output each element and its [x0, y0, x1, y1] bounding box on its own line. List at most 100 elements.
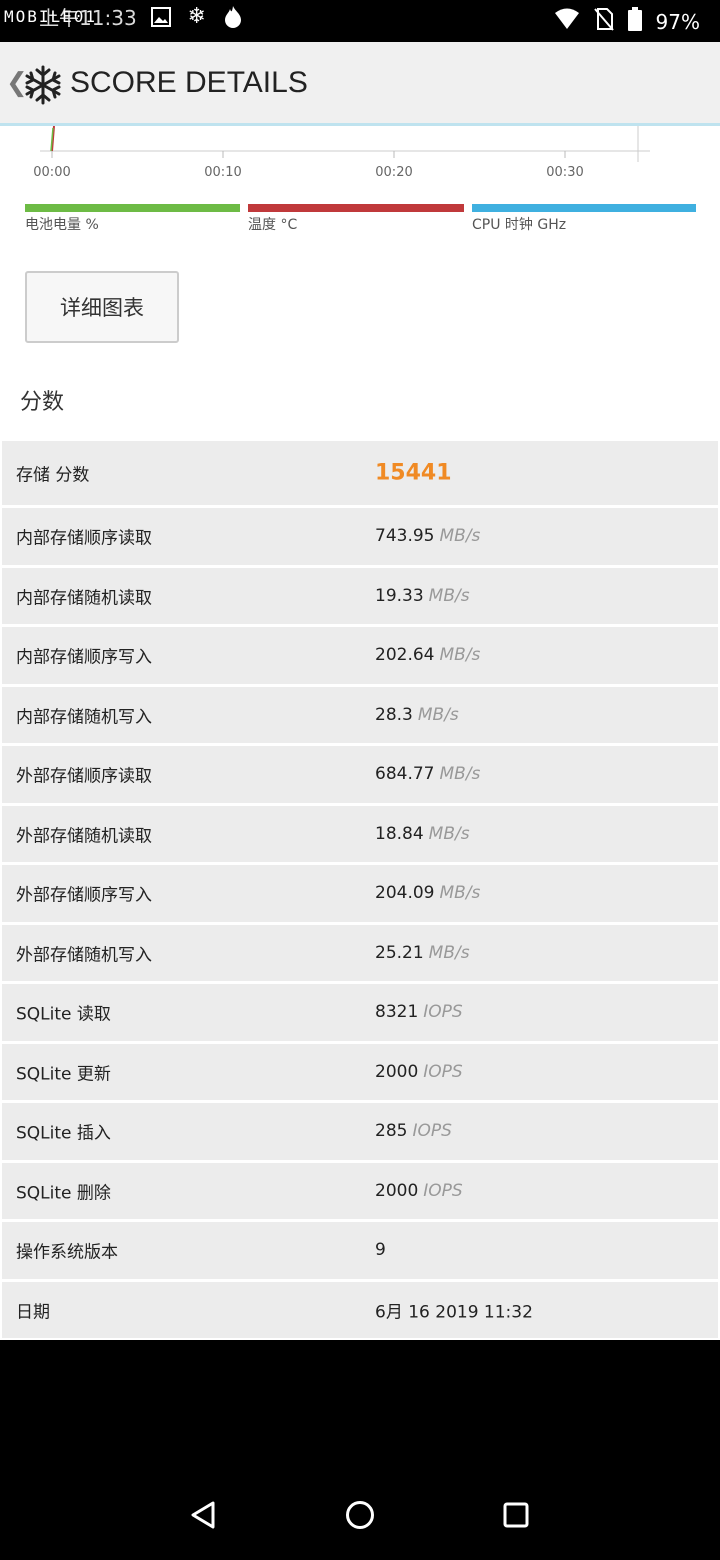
score-row: 外部存储顺序写入 204.09 MB/s [2, 862, 718, 922]
score-label: 内部存储顺序写入 [16, 647, 152, 668]
score-row: 外部存储随机读取 18.84 MB/s [2, 802, 718, 862]
score-value: 204.09 MB/s [375, 883, 480, 903]
score-label: 内部存储随机写入 [16, 707, 152, 728]
legend-swatch [248, 204, 464, 212]
score-value: 15441 [375, 461, 452, 486]
x-tick-label: 00:10 [204, 165, 241, 180]
score-value: 743.95 MB/s [375, 526, 480, 546]
score-number: 2000 [375, 1180, 419, 1201]
score-row: SQLite 插入 285 IOPS [2, 1100, 718, 1160]
score-value: 25.21 MB/s [375, 943, 470, 963]
nav-home-icon[interactable] [343, 1498, 377, 1532]
score-value: 18.84 MB/s [375, 824, 470, 844]
score-unit: IOPS [423, 1002, 463, 1023]
x-tick-label: 00:30 [546, 165, 583, 180]
legend-label: 电池电量 % [25, 217, 99, 233]
nav-recents-icon[interactable] [499, 1498, 533, 1532]
score-row: 内部存储顺序写入 202.64 MB/s [2, 624, 718, 684]
app-bar: ❮ SCORE DETAILS [0, 42, 720, 126]
score-row: SQLite 删除 2000 IOPS [2, 1159, 718, 1219]
score-row: 内部存储随机写入 28.3 MB/s [2, 683, 718, 743]
status-bar: MOBILE01 上午11:33 ❄ 97% [0, 0, 720, 42]
legend-swatch [25, 204, 240, 212]
nav-back-icon[interactable] [186, 1498, 220, 1532]
snowflake-icon: ❄ [187, 4, 206, 29]
score-label: SQLite 删除 [16, 1183, 111, 1204]
score-row: 内部存储顺序读取 743.95 MB/s [2, 505, 718, 565]
score-row: 外部存储随机写入 25.21 MB/s [2, 921, 718, 981]
score-row: 外部存储顺序读取 684.77 MB/s [2, 743, 718, 803]
score-number: 2000 [375, 1061, 419, 1082]
score-number: 25.21 [375, 942, 424, 963]
score-value: 19.33 MB/s [375, 586, 470, 606]
score-label: 操作系统版本 [16, 1242, 118, 1263]
score-unit: IOPS [423, 1061, 463, 1082]
score-value: 2000 IOPS [375, 1181, 463, 1201]
legend-swatch [472, 204, 696, 212]
score-number: 15441 [375, 460, 452, 486]
detailed-chart-button[interactable]: 详细图表 [25, 271, 179, 343]
score-value: 684.77 MB/s [375, 764, 480, 784]
score-row: 操作系统版本 9 [2, 1219, 718, 1279]
score-value: 285 IOPS [375, 1121, 452, 1141]
x-tick-label: 00:20 [375, 165, 412, 180]
legend-battery: 电池电量 % [25, 204, 240, 244]
page-title: SCORE DETAILS [70, 66, 308, 99]
score-label: 内部存储顺序读取 [16, 528, 152, 549]
image-icon [149, 5, 173, 29]
score-value: 8321 IOPS [375, 1002, 463, 1022]
wifi-icon [554, 8, 580, 35]
score-value: 202.64 MB/s [375, 645, 480, 665]
score-unit: MB/s [428, 942, 470, 963]
x-tick-label: 00:00 [33, 165, 70, 180]
score-number: 202.64 [375, 645, 435, 666]
score-value: 28.3 MB/s [375, 705, 459, 725]
score-number: 6月 16 2019 11:32 [375, 1302, 533, 1323]
score-label: 外部存储顺序写入 [16, 885, 152, 906]
flame-icon [221, 5, 245, 29]
score-row: SQLite 读取 8321 IOPS [2, 981, 718, 1041]
score-value: 9 [375, 1240, 386, 1260]
score-table: 存储 分数 15441 内部存储顺序读取 743.95 MB/s 内部存储随机读取 19.3… [2, 438, 718, 1338]
score-label: 存储 分数 [16, 465, 90, 486]
score-label: 日期 [16, 1302, 50, 1323]
section-title-scores: 分数 [20, 390, 65, 415]
content-area: 00:00 00:10 00:20 00:30 电池电量 % 温度 °C CPU… [0, 126, 720, 1340]
legend-label: CPU 时钟 GHz [472, 217, 567, 233]
score-row: 日期 6月 16 2019 11:32 [2, 1278, 718, 1338]
score-number: 9 [375, 1240, 386, 1261]
score-label: 内部存储随机读取 [16, 588, 152, 609]
score-number: 8321 [375, 1002, 419, 1023]
score-label: SQLite 读取 [16, 1004, 111, 1025]
score-label: 外部存储顺序读取 [16, 766, 152, 787]
score-number: 18.84 [375, 823, 424, 844]
snowflake-logo-icon [22, 64, 64, 106]
score-unit: MB/s [439, 764, 481, 785]
no-sim-icon [593, 7, 614, 36]
score-number: 204.09 [375, 883, 435, 904]
navigation-bar [0, 1470, 720, 1560]
battery-icon [627, 7, 642, 36]
score-unit: MB/s [417, 704, 459, 725]
score-number: 743.95 [375, 526, 435, 547]
legend-cpu-clock: CPU 时钟 GHz [472, 204, 696, 244]
score-value: 6月 16 2019 11:32 [375, 1297, 533, 1322]
score-unit: MB/s [439, 883, 481, 904]
score-unit: MB/s [439, 526, 481, 547]
legend-label: 温度 °C [248, 217, 298, 233]
score-unit: MB/s [428, 585, 470, 606]
score-number: 19.33 [375, 585, 424, 606]
score-row: 内部存储随机读取 19.33 MB/s [2, 564, 718, 624]
score-unit: MB/s [428, 823, 470, 844]
score-label: 外部存储随机写入 [16, 945, 152, 966]
monitoring-chart: 00:00 00:10 00:20 00:30 [33, 126, 650, 180]
score-label: SQLite 更新 [16, 1064, 111, 1085]
legend-temperature: 温度 °C [248, 204, 464, 244]
score-label: 外部存储随机读取 [16, 826, 152, 847]
battery-level: 97% [655, 9, 700, 34]
score-value: 2000 IOPS [375, 1062, 463, 1082]
clock: 上午11:33 [39, 6, 137, 30]
score-unit: MB/s [439, 645, 481, 666]
score-row: SQLite 更新 2000 IOPS [2, 1040, 718, 1100]
score-number: 684.77 [375, 764, 435, 785]
